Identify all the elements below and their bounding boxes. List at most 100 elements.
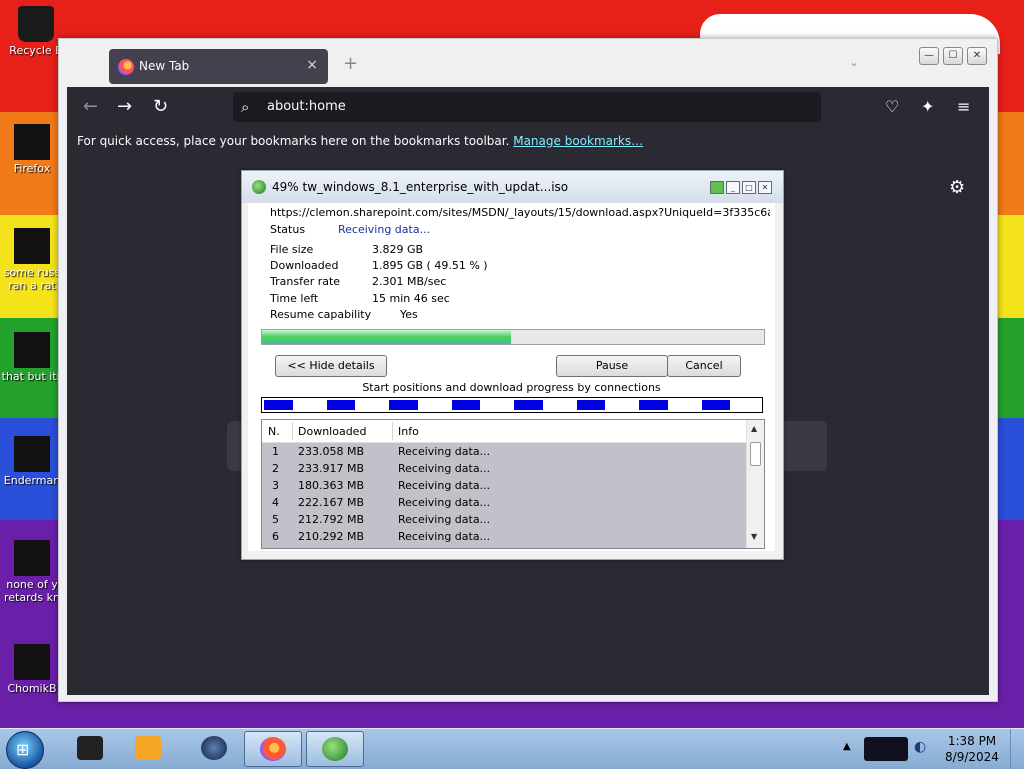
cell-number: 4 <box>272 496 279 509</box>
column-separator <box>292 422 293 440</box>
detail-row: Transfer rate 2.301 MB/sec <box>270 275 446 288</box>
bookmarks-toolbar: For quick access, place your bookmarks h… <box>67 127 989 157</box>
desktop-icon-chomik[interactable]: ChomikB <box>0 644 64 695</box>
table-row[interactable]: 3 180.363 MB Receiving data... <box>262 477 746 494</box>
desktop-icon-label: none of y retards kn <box>4 578 60 604</box>
table-row[interactable]: 4 222.167 MB Receiving data... <box>262 494 746 511</box>
desktop-icon-label: some russ ran a rat <box>3 266 61 292</box>
desktop-icon-none[interactable]: none of y retards kn <box>0 540 64 604</box>
table-row[interactable]: 1 233.058 MB Receiving data... <box>262 443 746 460</box>
scroll-thumb[interactable] <box>750 442 761 466</box>
file-icon <box>14 228 50 264</box>
cancel-button[interactable]: Cancel <box>667 355 741 377</box>
browser-titlebar[interactable]: New Tab × + ⌄ — ☐ ✕ <box>59 39 997 87</box>
new-tab-button[interactable]: + <box>343 53 358 74</box>
clock-date: 8/9/2024 <box>945 750 999 764</box>
forward-icon[interactable]: → <box>117 96 132 117</box>
detail-value: 1.895 GB ( 49.51 % ) <box>372 259 488 272</box>
taskbar-app-firefox[interactable] <box>244 731 302 767</box>
start-button[interactable]: ⊞ <box>6 731 44 769</box>
detail-row: Time left 15 min 46 sec <box>270 292 450 305</box>
table-body: 1 233.058 MB Receiving data... 2 233.917 MB R… <box>262 443 746 548</box>
table-row[interactable]: 2 233.917 MB Receiving data... <box>262 460 746 477</box>
tab-close-icon[interactable]: × <box>306 57 318 73</box>
table-scrollbar[interactable]: ▲ ▼ <box>746 420 764 548</box>
file-icon <box>14 644 50 680</box>
column-header-number[interactable]: N. <box>268 425 280 438</box>
media-player-icon <box>135 736 161 760</box>
dialog-maximize-button[interactable]: □ <box>742 181 756 194</box>
cell-number: 3 <box>272 479 279 492</box>
table-row[interactable]: 6 210.292 MB Receiving data... <box>262 528 746 545</box>
file-icon <box>14 540 50 576</box>
pause-button[interactable]: Pause <box>556 355 668 377</box>
dialog-close-button[interactable]: ✕ <box>758 181 772 194</box>
status-row: Status Receiving data... <box>270 223 430 236</box>
dialog-titlebar[interactable]: 49% tw_windows_8.1_enterprise_with_updat… <box>242 171 783 203</box>
taskbar-app-globe[interactable] <box>186 731 242 765</box>
reload-icon[interactable]: ↻ <box>153 96 168 117</box>
dialog-title: 49% tw_windows_8.1_enterprise_with_updat… <box>272 180 569 194</box>
back-icon[interactable]: ← <box>83 96 98 117</box>
taskbar: ⊞ ▲ ◐ 1:38 PM 8/9/2024 <box>0 728 1024 769</box>
detail-label: Resume capability <box>270 308 372 321</box>
file-icon <box>14 436 50 472</box>
detail-value: 2.301 MB/sec <box>372 275 447 288</box>
network-icon[interactable]: ◐ <box>914 739 926 755</box>
url-input[interactable]: about:home <box>267 99 346 114</box>
show-desktop-button[interactable] <box>1010 729 1024 769</box>
cell-downloaded: 210.292 MB <box>298 530 365 543</box>
download-dialog: 49% tw_windows_8.1_enterprise_with_updat… <box>241 170 784 560</box>
detail-row: Downloaded 1.895 GB ( 49.51 % ) <box>270 259 488 272</box>
scroll-down-icon[interactable]: ▼ <box>751 532 757 541</box>
detail-label: Downloaded <box>270 259 339 272</box>
tab-title: New Tab <box>139 59 190 73</box>
download-progress-fill <box>262 330 511 344</box>
bookmarks-hint: For quick access, place your bookmarks h… <box>77 134 643 148</box>
show-hidden-icons[interactable]: ▲ <box>843 741 851 752</box>
pocket-icon[interactable]: ♡ <box>885 97 899 116</box>
firefox-icon <box>260 737 286 761</box>
bookmarks-hint-text: For quick access, place your bookmarks h… <box>77 134 514 148</box>
desktop-icon-firefox[interactable]: Firefox <box>0 124 64 175</box>
hide-details-button[interactable]: << Hide details <box>275 355 387 377</box>
gear-icon[interactable]: ⚙ <box>949 177 965 198</box>
idm-icon <box>252 180 266 194</box>
column-header-info[interactable]: Info <box>398 425 419 438</box>
tab-new-tab[interactable]: New Tab × <box>109 49 328 84</box>
cell-info: Receiving data... <box>398 462 491 475</box>
cell-info: Receiving data... <box>398 445 491 458</box>
list-all-tabs-icon[interactable]: ⌄ <box>849 55 859 69</box>
desktop-icon-enderman[interactable]: Enderman <box>0 436 64 487</box>
cell-downloaded: 233.058 MB <box>298 445 365 458</box>
taskbar-app-media[interactable] <box>120 731 176 765</box>
connection-segment <box>576 400 606 410</box>
cell-info: Receiving data... <box>398 496 491 509</box>
desktop-icon-that[interactable]: that but its <box>0 332 64 383</box>
desktop-icon-label: that but its <box>1 370 63 383</box>
menu-icon[interactable]: ≡ <box>957 97 970 116</box>
tray-app-icon[interactable] <box>864 737 908 761</box>
search-icon: ⌕ <box>241 98 250 116</box>
table-row[interactable]: 5 212.792 MB Receiving data... <box>262 511 746 528</box>
cell-downloaded: 180.363 MB <box>298 479 365 492</box>
scroll-up-icon[interactable]: ▲ <box>751 424 757 433</box>
extensions-icon[interactable]: ✦ <box>921 97 934 116</box>
manage-bookmarks-link[interactable]: Manage bookmarks… <box>513 134 643 148</box>
url-bar[interactable]: ⌕ about:home <box>233 92 821 122</box>
taskbar-app-device[interactable] <box>62 731 118 765</box>
desktop-icon-russ[interactable]: some russ ran a rat <box>0 228 64 292</box>
close-window-button[interactable]: ✕ <box>967 47 987 65</box>
cell-number: 6 <box>272 530 279 543</box>
maximize-window-button[interactable]: ☐ <box>943 47 963 65</box>
idm-icon <box>322 737 348 761</box>
column-header-downloaded[interactable]: Downloaded <box>298 425 366 438</box>
dialog-minimize-button[interactable]: _ <box>726 181 740 194</box>
desktop-icon-label: Firefox <box>13 162 51 175</box>
clock[interactable]: 1:38 PM 8/9/2024 <box>942 733 1002 765</box>
file-icon <box>14 332 50 368</box>
minimize-window-button[interactable]: — <box>919 47 939 65</box>
cell-downloaded: 233.917 MB <box>298 462 365 475</box>
taskbar-app-idm[interactable] <box>306 731 364 767</box>
dialog-flag-icon[interactable] <box>710 181 724 194</box>
